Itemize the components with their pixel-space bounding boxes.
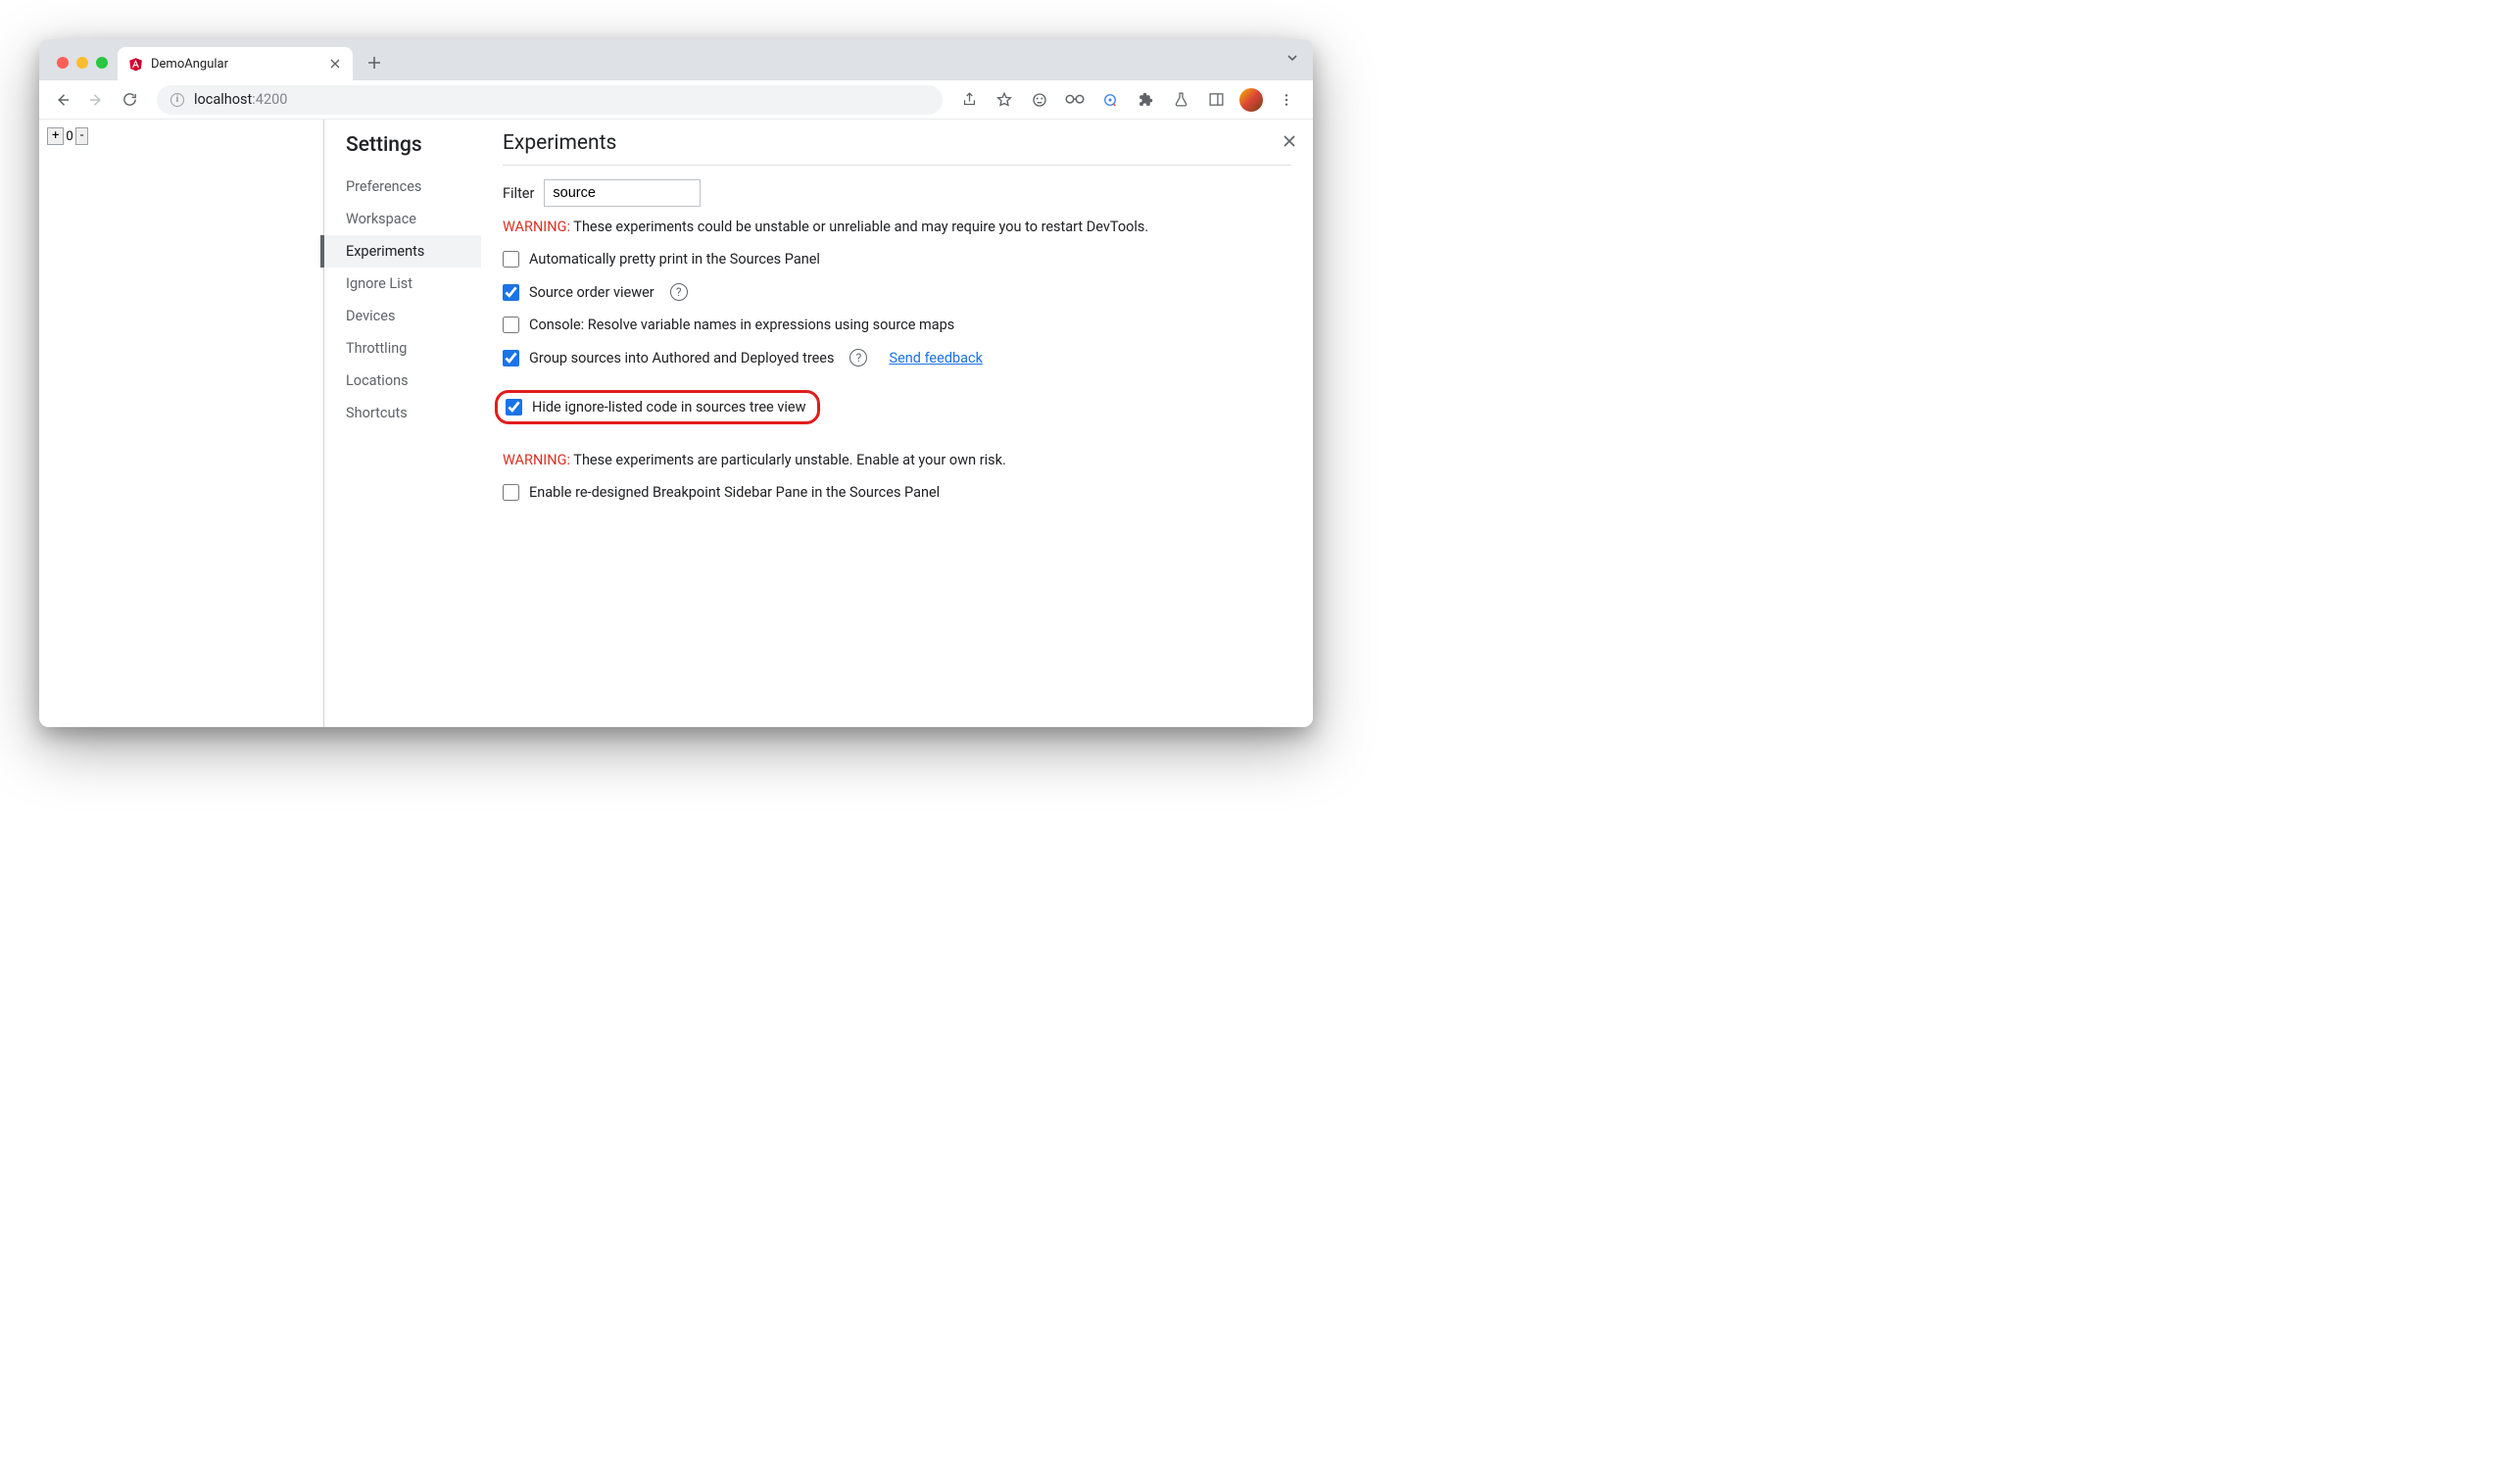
experiment-row: Hide ignore-listed code in sources tree … [506,399,805,415]
forward-button[interactable] [82,86,110,114]
filter-label: Filter [503,185,534,202]
help-icon[interactable]: ? [670,283,688,301]
sidebar-item-locations[interactable]: Locations [346,365,481,397]
angular-icon [127,56,143,72]
experiment-label: Automatically pretty print in the Source… [529,251,820,268]
new-tab-button[interactable] [361,49,388,76]
experiment-row: Group sources into Authored and Deployed… [503,349,1291,366]
extension-icon-1[interactable] [1027,87,1052,113]
warning-unstable-line: WARNING: These experiments could be unst… [503,219,1291,235]
experiment-checkbox[interactable] [503,284,519,301]
experiments-heading: Experiments [503,131,1291,166]
warning-prefix: WARNING: [503,219,570,235]
profile-avatar[interactable] [1238,87,1264,113]
increment-button[interactable]: + [47,127,64,145]
browser-tab[interactable]: DemoAngular [118,47,353,80]
sidebar-item-experiments[interactable]: Experiments [320,235,481,268]
experiment-row: Source order viewer? [503,283,1291,301]
site-info-icon[interactable]: i [170,93,184,107]
experiment-label: Group sources into Authored and Deployed… [529,350,834,366]
toolbar-right [956,87,1303,113]
window-maximize-button[interactable] [96,57,108,69]
warning-text: These experiments could be unstable or u… [570,219,1148,235]
bookmark-star-icon[interactable] [992,87,1017,113]
experiment-checkbox[interactable] [503,251,519,268]
experiment-checkbox[interactable] [506,399,522,415]
unstable-experiment-label: Enable re-designed Breakpoint Sidebar Pa… [529,484,940,501]
settings-sidebar-title: Settings [346,133,481,157]
share-icon[interactable] [956,87,982,113]
back-button[interactable] [49,86,76,114]
sidebar-item-throttling[interactable]: Throttling [346,332,481,365]
page-content: + 0 - [39,120,323,727]
experiment-label: Console: Resolve variable names in expre… [529,317,954,333]
counter-value: 0 [64,129,74,144]
tab-title: DemoAngular [151,57,319,72]
tab-bar: DemoAngular [39,39,1313,80]
url-port: :4200 [252,91,287,108]
sidebar-item-shortcuts[interactable]: Shortcuts [346,397,481,429]
unstable-experiment-row: Enable re-designed Breakpoint Sidebar Pa… [503,484,1291,501]
sidebar-item-ignore-list[interactable]: Ignore List [346,268,481,300]
warning-particularly-unstable-line: WARNING: These experiments are particula… [503,452,1291,468]
counter-widget: + 0 - [47,127,88,145]
experiment-row: Console: Resolve variable names in expre… [503,317,1291,333]
settings-content: Experiments Filter WARNING: These experi… [481,120,1313,727]
sidebar-item-preferences[interactable]: Preferences [346,171,481,203]
experiment-label: Hide ignore-listed code in sources tree … [532,399,805,415]
experiment-row: Automatically pretty print in the Source… [503,251,1291,268]
warning2-prefix: WARNING: [503,452,570,468]
url-text: localhost:4200 [194,91,287,108]
help-icon[interactable]: ? [849,349,867,366]
decrement-button[interactable]: - [75,127,89,145]
extension-icon-3[interactable] [1097,87,1123,113]
extensions-puzzle-icon[interactable] [1133,87,1158,113]
reload-button[interactable] [116,86,143,114]
main-area: + 0 - Settings PreferencesWorkspaceExper… [39,120,1313,727]
sidebar-item-devices[interactable]: Devices [346,300,481,332]
filter-row: Filter [503,179,1291,207]
close-tab-button[interactable] [327,56,343,72]
window-minimize-button[interactable] [76,57,88,69]
highlighted-experiment: Hide ignore-listed code in sources tree … [495,390,820,424]
devtools-settings-panel: Settings PreferencesWorkspaceExperiments… [323,120,1313,727]
window-controls [51,57,118,80]
browser-window: DemoAngular i localhost:4200 [39,39,1313,727]
address-bar[interactable]: i localhost:4200 [157,85,943,115]
extension-icon-2[interactable] [1062,87,1088,113]
settings-sidebar: Settings PreferencesWorkspaceExperiments… [324,120,481,727]
labs-flask-icon[interactable] [1168,87,1193,113]
warning2-text: These experiments are particularly unsta… [570,452,1006,468]
filter-input[interactable] [544,179,701,207]
browser-toolbar: i localhost:4200 [39,80,1313,120]
side-panel-icon[interactable] [1203,87,1229,113]
unstable-experiment-checkbox[interactable] [503,484,519,501]
sidebar-item-workspace[interactable]: Workspace [346,203,481,235]
url-host: localhost [194,91,252,108]
kebab-menu-icon[interactable] [1274,87,1299,113]
experiment-checkbox[interactable] [503,317,519,333]
experiment-checkbox[interactable] [503,350,519,366]
window-close-button[interactable] [57,57,69,69]
tabs-overflow-button[interactable] [1285,51,1299,65]
send-feedback-link[interactable]: Send feedback [889,350,982,366]
experiment-label: Source order viewer [529,284,654,301]
